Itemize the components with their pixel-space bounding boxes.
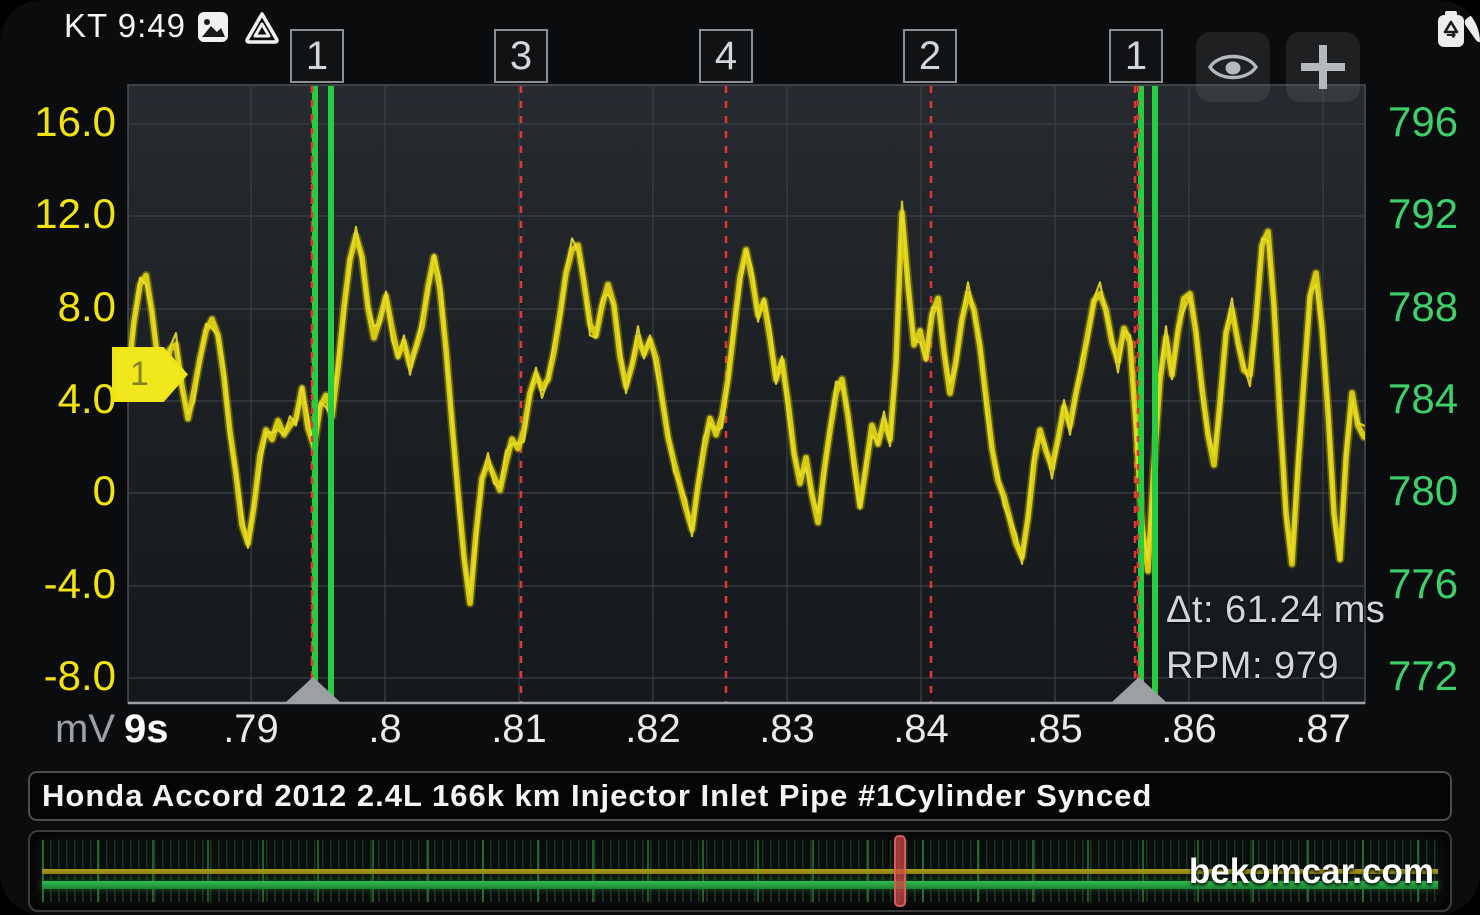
recording-overview-strip[interactable]: bekomcar.com	[28, 830, 1452, 912]
x-axis-tick: .85	[1005, 707, 1105, 751]
y-axis-right-tick: 780	[1388, 467, 1480, 515]
y-axis-left-tick: 16.0	[18, 98, 116, 146]
y-axis-left-tick: -4.0	[18, 560, 116, 608]
battery-saver-icon	[1436, 9, 1466, 49]
y-axis-left-tick: 0	[18, 467, 116, 515]
y-axis-left-tick: 12.0	[18, 190, 116, 238]
time-window-label: 9s	[124, 707, 169, 751]
delta-t-readout: Δt: 61.24 ms	[1166, 589, 1385, 632]
cylinder-marker-box[interactable]: 4	[699, 29, 753, 83]
channel-marker-label: 1	[130, 355, 149, 394]
y-unit-label: mV	[55, 707, 115, 751]
add-button[interactable]	[1286, 32, 1360, 102]
x-axis-units: mV 9s	[55, 707, 169, 751]
rpm-readout: RPM: 979	[1166, 645, 1339, 688]
eye-icon	[1207, 49, 1259, 85]
x-axis-tick: .84	[871, 707, 971, 751]
x-axis-tick: .8	[335, 707, 435, 751]
gallery-icon	[197, 11, 229, 43]
overview-position-marker[interactable]	[894, 835, 906, 907]
x-axis-tick: .79	[201, 707, 301, 751]
cylinder-marker-box[interactable]: 3	[494, 29, 548, 83]
recording-title: Honda Accord 2012 2.4L 166k km Injector …	[42, 778, 1152, 814]
y-axis-left-tick: 8.0	[18, 283, 116, 331]
y-axis-right-tick: 796	[1388, 98, 1480, 146]
y-axis-left-tick: -8.0	[18, 652, 116, 700]
cylinder-marker-box[interactable]: 1	[290, 29, 344, 83]
y-axis-left-tick: 4.0	[18, 375, 116, 423]
data-saver-icon	[243, 11, 281, 45]
y-axis-right-tick: 772	[1388, 652, 1480, 700]
y-axis-right-tick: 776	[1388, 560, 1480, 608]
recording-title-bar[interactable]: Honda Accord 2012 2.4L 166k km Injector …	[28, 771, 1452, 821]
y-axis-right-tick: 788	[1388, 283, 1480, 331]
carrier-time-label: KT 9:49	[64, 7, 186, 45]
eye-button[interactable]	[1196, 32, 1270, 102]
x-axis-tick: .83	[737, 707, 837, 751]
x-axis-tick: .81	[469, 707, 569, 751]
x-axis-tick: .82	[603, 707, 703, 751]
x-axis-tick: .86	[1139, 707, 1239, 751]
y-axis-right-tick: 784	[1388, 375, 1480, 423]
cylinder-marker-box[interactable]: 2	[903, 29, 957, 83]
cylinder-marker-box[interactable]: 1	[1109, 29, 1163, 83]
watermark-label: bekomcar.com	[1189, 852, 1434, 892]
phone-screen: KT 9:49 1 Δt: 6	[0, 0, 1480, 915]
y-axis-right-tick: 792	[1388, 190, 1480, 238]
x-axis-tick: .87	[1273, 707, 1373, 751]
plus-icon	[1297, 41, 1349, 93]
